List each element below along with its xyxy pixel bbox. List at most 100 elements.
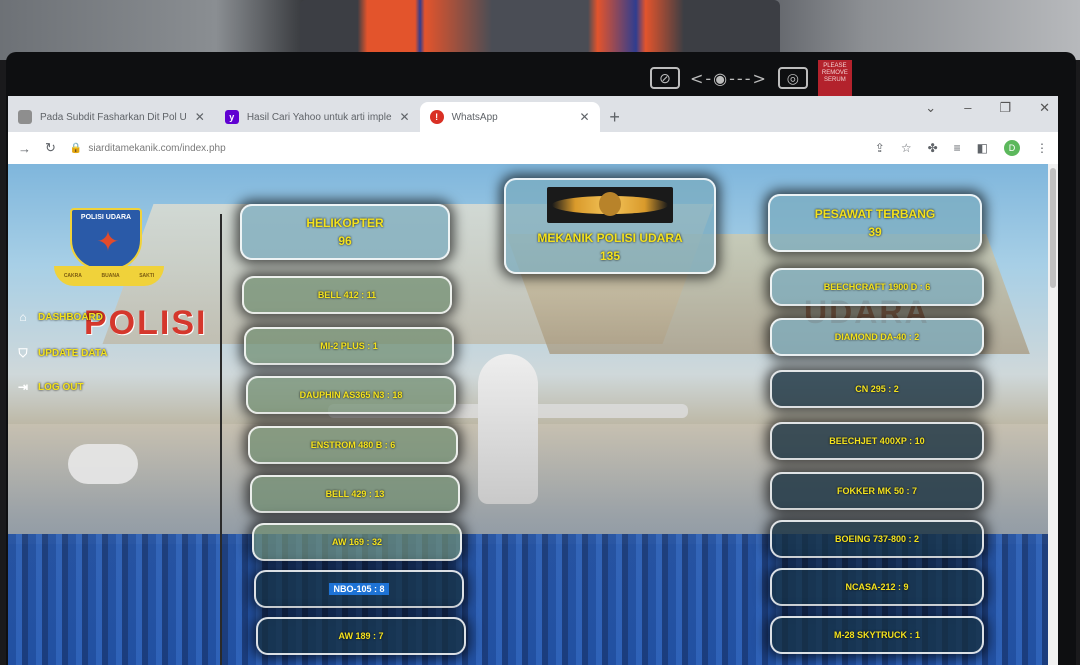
scrollbar[interactable]: [1048, 164, 1058, 665]
pesawat-item[interactable]: DIAMOND DA-40 : 2: [770, 318, 984, 356]
summary-label: MEKANIK POLISI UDARA: [537, 231, 683, 245]
mekanik-summary-card[interactable]: MEKANIK POLISI UDARA 135: [504, 178, 716, 274]
reading-list-icon[interactable]: ≡: [954, 141, 961, 155]
camera-arrow: <-◉--->: [690, 68, 768, 88]
helikopter-item[interactable]: AW 169 : 32: [252, 523, 462, 561]
tab-2[interactable]: y Hasil Cari Yahoo untuk arti imple ✕: [215, 102, 420, 132]
browser-window: Pada Subdit Fasharkan Dit Pol U ✕ y Hasi…: [8, 96, 1058, 665]
item-label: BEECHCRAFT 1900 D : 6: [823, 282, 931, 292]
scrollbar-thumb[interactable]: [1050, 168, 1056, 288]
nav-label: DASHBOARD: [38, 311, 103, 323]
person-background: [300, 0, 780, 58]
logout-icon: ⇥: [17, 380, 29, 394]
pesawat-item[interactable]: FOKKER MK 50 : 7: [770, 472, 984, 510]
item-label: BEECHJET 400XP : 10: [829, 436, 925, 446]
logo-ribbon: CAKRA BUANA SAKTI: [54, 266, 164, 286]
shield-icon: ⛉: [18, 345, 28, 360]
close-icon[interactable]: ✕: [580, 110, 590, 124]
helikopter-item[interactable]: DAUPHIN AS365 N3 : 18: [246, 376, 456, 414]
camera-icon: ◎: [777, 67, 808, 89]
item-label: MI-2 PLUS : 1: [320, 341, 378, 351]
nav-dashboard[interactable]: ⌂ DASHBOARD: [16, 310, 216, 324]
item-label: AW 169 : 32: [331, 537, 383, 547]
helikopter-item[interactable]: NBO-105 : 8: [254, 570, 464, 608]
pesawat-item[interactable]: BEECHJET 400XP : 10: [770, 422, 984, 460]
pesawat-summary-card[interactable]: PESAWAT TERBANG 39: [768, 194, 982, 252]
item-label: BELL 412 : 11: [317, 290, 377, 300]
helikopter-item[interactable]: BELL 412 : 11: [242, 276, 452, 314]
helikopter-summary-card[interactable]: HELIKOPTER 96: [240, 204, 450, 260]
summary-label: HELIKOPTER: [306, 216, 384, 230]
address-bar: → ↻ 🔒 siarditamekanik.com/index.php ⇪ ☆ …: [8, 132, 1058, 164]
item-label: BELL 429 : 13: [325, 489, 385, 499]
ribbon-word: BUANA: [101, 273, 120, 279]
logo-title: POLISI UDARA: [80, 214, 132, 221]
summary-count: 135: [599, 249, 621, 263]
item-label: NCASA-212 : 9: [845, 582, 909, 592]
close-icon[interactable]: ✕: [195, 110, 205, 124]
url-field[interactable]: 🔒 siarditamekanik.com/index.php: [70, 143, 861, 154]
close-window-icon[interactable]: ✕: [1039, 100, 1050, 116]
sidebar: POLISI UDARA ✦ CAKRA BUANA SAKTI ⌂ DASHB…: [8, 164, 220, 665]
pesawat-item[interactable]: NCASA-212 : 9: [770, 568, 984, 606]
helikopter-item[interactable]: AW 189 : 7: [256, 617, 466, 655]
nav-label: LOG OUT: [38, 381, 84, 393]
item-label: BOEING 737-800 : 2: [834, 534, 920, 544]
sidepanel-icon[interactable]: ◧: [977, 141, 988, 155]
tab-3[interactable]: ! WhatsApp ✕: [419, 102, 600, 132]
tab-label: Hasil Cari Yahoo untuk arti imple: [246, 111, 392, 123]
avatar[interactable]: D: [1004, 140, 1020, 156]
tab-bar: Pada Subdit Fasharkan Dit Pol U ✕ y Hasi…: [8, 96, 1058, 132]
compass-star-icon: ✦: [96, 226, 120, 257]
pesawat-item[interactable]: BEECHCRAFT 1900 D : 6: [770, 268, 984, 306]
home-icon: ⌂: [19, 310, 27, 324]
toolbar: ⇪ ☆ ✤ ≡ ◧ D ⋮: [875, 140, 1048, 156]
url-text: siarditamekanik.com/index.php: [88, 142, 226, 154]
page-content: POLISI UDARA POLISI UDARA ✦ CAKRA BUANA …: [8, 164, 1058, 665]
item-label: M-28 SKYTRUCK : 1: [833, 630, 920, 640]
helikopter-item[interactable]: ENSTROM 480 B : 6: [248, 426, 458, 464]
summary-label: PESAWAT TERBANG: [814, 207, 936, 221]
tab-label: Pada Subdit Fasharkan Dit Pol U: [40, 111, 187, 123]
restore-icon[interactable]: ❐: [999, 100, 1011, 116]
helikopter-item[interactable]: BELL 429 : 13: [250, 475, 460, 513]
tab-1[interactable]: Pada Subdit Fasharkan Dit Pol U ✕: [8, 102, 215, 132]
sidebar-divider: [220, 214, 222, 665]
summary-count: 96: [338, 234, 352, 248]
pesawat-item[interactable]: CN 295 : 2: [770, 370, 984, 408]
tab-label: WhatsApp: [451, 111, 498, 123]
yahoo-icon: y: [224, 110, 239, 124]
background-plane: [478, 354, 538, 504]
new-tab-button[interactable]: +: [600, 102, 630, 132]
item-label: NBO-105 : 8: [329, 583, 389, 595]
star-icon[interactable]: ☆: [901, 141, 912, 155]
extensions-icon[interactable]: ✤: [928, 141, 938, 155]
nav-update-data[interactable]: ⛉ UPDATE DATA: [16, 346, 216, 360]
camera-off-icon: ⊘: [650, 67, 680, 89]
minimize-icon[interactable]: –: [964, 100, 971, 116]
tab-icon: [18, 110, 32, 124]
lock-icon: 🔒: [69, 142, 83, 154]
chevron-down-icon[interactable]: ⌄: [925, 100, 936, 116]
nav-log-out[interactable]: ⇥ LOG OUT: [16, 380, 216, 394]
pesawat-item[interactable]: BOEING 737-800 : 2: [770, 520, 984, 558]
item-label: ENSTROM 480 B : 6: [310, 440, 396, 450]
whatsapp-icon: !: [429, 110, 444, 124]
forward-icon[interactable]: →: [18, 141, 31, 156]
nav-label: UPDATE DATA: [38, 347, 108, 359]
item-label: AW 189 : 7: [338, 631, 384, 641]
ribbon-word: SAKTI: [139, 273, 155, 279]
menu-icon[interactable]: ⋮: [1036, 141, 1048, 155]
window-controls: ⌄ – ❐ ✕: [925, 100, 1050, 116]
camera-bar: ⊘ <-◉---> ◎ PLEASE REMOVE SERUM: [650, 60, 852, 96]
item-label: FOKKER MK 50 : 7: [836, 486, 917, 496]
close-icon[interactable]: ✕: [400, 110, 410, 124]
pesawat-item[interactable]: M-28 SKYTRUCK : 1: [770, 616, 984, 654]
share-icon[interactable]: ⇪: [875, 141, 885, 155]
ribbon-word: CAKRA: [63, 273, 82, 279]
item-label: CN 295 : 2: [855, 384, 899, 394]
logo: POLISI UDARA ✦ CAKRA BUANA SAKTI: [54, 208, 164, 292]
reload-icon[interactable]: ↻: [45, 140, 56, 156]
helikopter-item[interactable]: MI-2 PLUS : 1: [244, 327, 454, 365]
camera-note: PLEASE REMOVE SERUM: [817, 60, 852, 96]
